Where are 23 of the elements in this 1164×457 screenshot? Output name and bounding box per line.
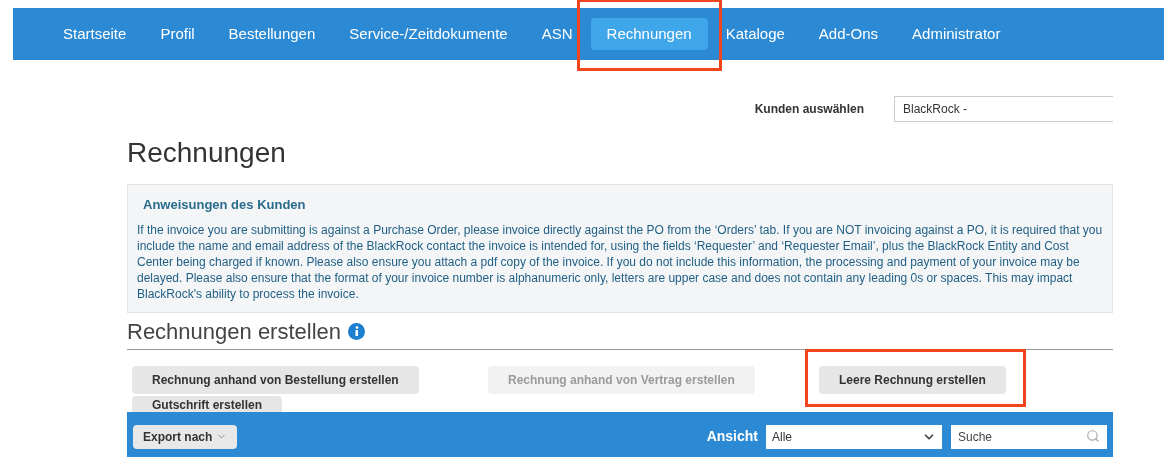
view-label: Ansicht <box>706 427 758 446</box>
nav-tab[interactable]: Kataloge <box>709 18 801 50</box>
nav-tab[interactable]: Rechnungen <box>590 18 708 50</box>
search-field[interactable]: Suche <box>951 425 1107 449</box>
nav-tab[interactable]: ASN <box>525 18 589 50</box>
nav-tab[interactable]: Bestellungen <box>212 18 332 50</box>
view-select[interactable]: Alle <box>766 424 942 449</box>
action-button[interactable]: Gutschrift erstellen <box>132 395 283 412</box>
instructions-heading: Anweisungen des Kunden <box>142 196 307 214</box>
action-button[interactable]: Rechnung anhand von Bestellung erstellen <box>132 365 419 394</box>
nav-tab[interactable]: Service-/Zeitdokumente <box>333 18 524 50</box>
instructions-text: If the invoice you are submitting is against a Purchase Order, please invoice directly against the PO from the ‘Orders’ tab. If you are NOT invoicing against a PO, it is required that you include the name and email address of the BlackRock contact the invoice is intended for, using the fields ‘Requester’ and ‘Requester Email’, plus the BlackRock Entity and Cost Center being charged if known. Please also ensure you attach a pdf copy of the invoice. If you do not include this information, the processing and payment of your invoice may be delayed. Please also ensure that the format of your invoice number is alphanumeric only, letters are upper case and does not contain any leading 0s or spaces. This may impact BlackRock's ability to process the invoice. <box>137 221 1103 302</box>
section-heading: Rechnungen erstellen <box>127 317 342 346</box>
customer-label: Kunden auswählen <box>754 101 864 118</box>
customer-select[interactable]: BlackRock - <box>894 96 1113 122</box>
nav-tab[interactable]: Add-Ons <box>802 18 895 50</box>
export-button[interactable]: Export nach <box>133 424 238 449</box>
nav-tab[interactable]: Startseite <box>47 18 143 50</box>
action-button[interactable]: Leere Rechnung erstellen <box>819 365 1006 394</box>
nav-tab[interactable]: Profil <box>144 18 211 50</box>
nav-tab[interactable]: Administrator <box>896 18 1017 50</box>
info-icon[interactable] <box>348 322 366 340</box>
page-title: Rechnungen <box>127 136 287 170</box>
